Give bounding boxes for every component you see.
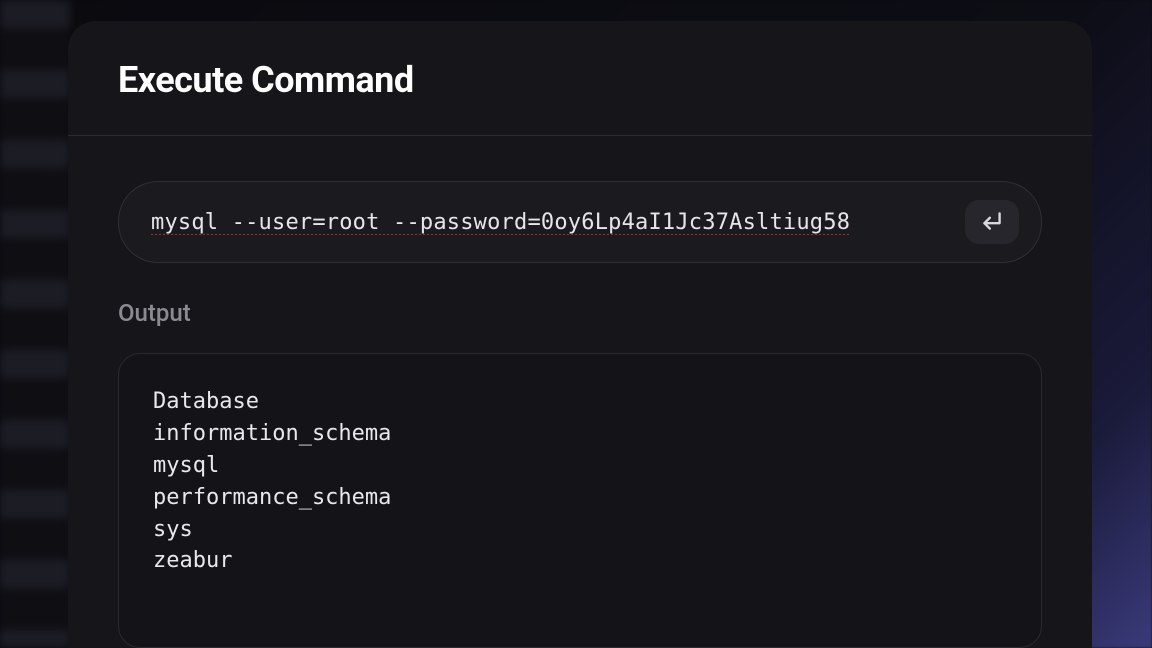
output-box: Database information_schema mysql perfor… [118,353,1042,648]
enter-icon [979,208,1005,237]
modal-header: Execute Command [68,21,1092,136]
command-input[interactable] [151,210,947,235]
output-text: Database information_schema mysql perfor… [153,386,1007,577]
modal-title: Execute Command [118,59,1042,101]
output-label: Output [118,299,1042,327]
command-input-row [118,181,1042,263]
execute-command-modal: Execute Command Output Database informat… [68,21,1092,648]
modal-body: Output Database information_schema mysql… [68,136,1092,648]
run-button[interactable] [965,200,1019,244]
